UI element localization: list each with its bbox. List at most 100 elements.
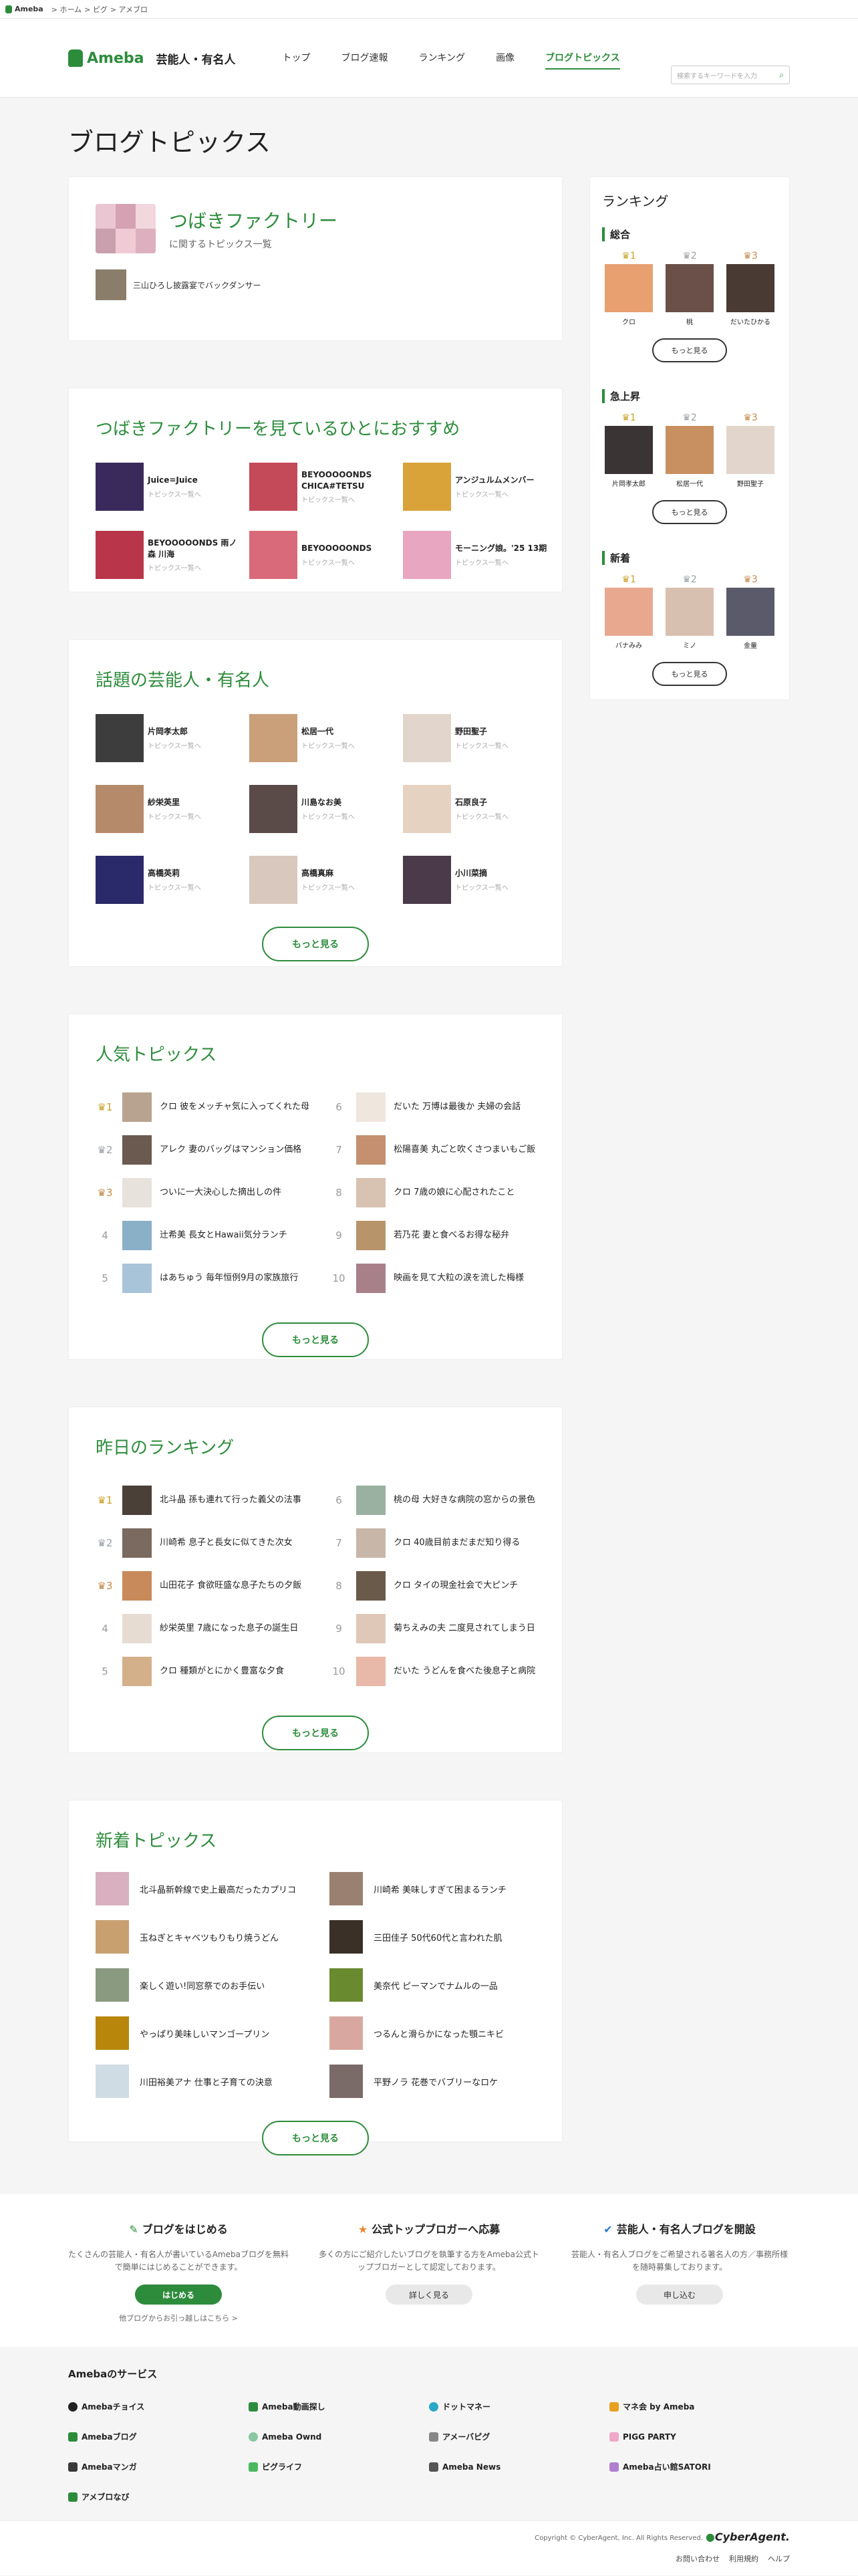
service-link[interactable]: Amebaブログ [68, 2431, 249, 2442]
ranking-overall-more-button[interactable]: もっと見る [652, 338, 727, 362]
new-topic-item[interactable]: 川田裕美アナ 仕事と子育ての決意 [96, 2065, 316, 2098]
new-topic-item[interactable]: 三田佳子 50代60代と言われた肌 [329, 1920, 550, 1954]
service-link[interactable]: PIGG PARTY [609, 2431, 790, 2442]
talent-item[interactable]: 小川菜摘 トピックス一覧へ [403, 856, 550, 904]
yesterday-item[interactable]: 10 だいた うどんを食べた後息子と病院 [329, 1650, 550, 1693]
crumb-home[interactable]: > ホーム [51, 4, 82, 15]
recommend-item[interactable]: Juice=Juice トピックス一覧へ [96, 463, 243, 511]
yesterday-item[interactable]: ♛2 川崎希 息子と長女に似てきた次女 [96, 1522, 316, 1564]
talent-item[interactable]: 川島なお美 トピックス一覧へ [249, 785, 396, 833]
service-link[interactable]: ピグライフ [249, 2461, 429, 2472]
migrate-link[interactable]: 他ブログからお引っ越しはこちら > [68, 2313, 289, 2323]
group-photo[interactable] [96, 204, 156, 253]
yesterday-item[interactable]: ♛1 北斗晶 孫も連れて行った義父の法事 [96, 1479, 316, 1522]
popular-item[interactable]: ♛2 アレク 妻のバッグはマンション価格 [96, 1129, 316, 1171]
yesterday-more-button[interactable]: もっと見る [262, 1716, 369, 1750]
yesterday-item[interactable]: ♛3 山田花子 食欲旺盛な息子たちの夕飯 [96, 1564, 316, 1607]
service-link[interactable]: Amebaマンガ [68, 2461, 249, 2472]
recommend-item[interactable]: BEYOOOOONDS CHICA#TETSU トピックス一覧へ [249, 463, 396, 511]
new-topic-item[interactable]: 平野ノラ 花巻でバブリーなロケ [329, 2065, 550, 2098]
talent-item[interactable]: 松居一代 トピックス一覧へ [249, 714, 396, 762]
recommend-sub: トピックス一覧へ [301, 559, 355, 567]
new-topic-item[interactable]: 楽しく遊い!同窓祭でのお手伝い [96, 1968, 316, 2002]
ranking-person[interactable]: ♛3 金童 [725, 574, 776, 650]
yesterday-item[interactable]: 8 クロ タイの現金社会で大ピンチ [329, 1564, 550, 1607]
popular-item[interactable]: 5 はあちゅう 毎年恒例9月の家族旅行 [96, 1257, 316, 1300]
talent-item[interactable]: 野田聖子 トピックス一覧へ [403, 714, 550, 762]
recommend-item[interactable]: BEYOOOOONDS トピックス一覧へ [249, 531, 396, 579]
service-link[interactable]: Ameba占い館SATORI [609, 2461, 790, 2472]
service-link[interactable]: Ameba Ownd [249, 2431, 429, 2442]
ranking-person[interactable]: ♛2 ミノ [664, 574, 715, 650]
service-link[interactable]: マネ会 by Ameba [609, 2401, 790, 2412]
ranking-person[interactable]: ♛2 松居一代 [664, 413, 715, 488]
new-topic-item[interactable]: つるんと滑らかになった顎ニキビ [329, 2016, 550, 2050]
talent-item[interactable]: 片岡孝太郎 トピックス一覧へ [96, 714, 243, 762]
apply-button[interactable]: 申し込む [636, 2285, 723, 2305]
recommend-item[interactable]: BEYOOOOONDS 雨ノ森 川海 トピックス一覧へ [96, 531, 243, 579]
footer-link-help[interactable]: ヘルプ [768, 2553, 790, 2564]
new-topic-item[interactable]: 美奈代 ピーマンでナムルの一品 [329, 1968, 550, 2002]
popular-item[interactable]: 7 松陽喜美 丸ごと吹くさつまいもご飯 [329, 1129, 550, 1171]
popular-more-button[interactable]: もっと見る [262, 1322, 369, 1357]
cyberagent-logo[interactable]: ●CyberAgent. [706, 2531, 790, 2543]
details-button[interactable]: 詳しく見る [386, 2285, 472, 2305]
nav-images[interactable]: 画像 [496, 47, 515, 70]
talent-item[interactable]: 高橋真麻 トピックス一覧へ [249, 856, 396, 904]
footer-link-contact[interactable]: お問い合わせ [676, 2553, 720, 2564]
new-topic-item[interactable]: 北斗晶新幹線で史上最高だったカプリコ [96, 1872, 316, 1905]
yesterday-item[interactable]: 7 クロ 40歳目前まだまだ知り得る [329, 1522, 550, 1564]
popular-item[interactable]: 4 辻希美 長女とHawaii気分ランチ [96, 1214, 316, 1257]
popular-item[interactable]: 10 映画を見て大粒の涙を流した梅様 [329, 1257, 550, 1300]
start-blog-button[interactable]: はじめる [135, 2285, 222, 2305]
talent-item[interactable]: 高橋英莉 トピックス一覧へ [96, 856, 243, 904]
recommend-item[interactable]: アンジュルムメンバー トピックス一覧へ [403, 463, 550, 511]
new-topic-item[interactable]: 川崎希 美味しすぎて困まるランチ [329, 1872, 550, 1905]
nav-top[interactable]: トップ [282, 47, 310, 70]
yesterday-item[interactable]: 6 桃の母 大好きな病院の窓からの景色 [329, 1479, 550, 1522]
ranking-person[interactable]: ♛3 だいたひかる [725, 251, 776, 326]
ranking-rising-more-button[interactable]: もっと見る [652, 500, 727, 524]
topic-title[interactable]: つばきファクトリー [169, 207, 337, 233]
popular-item[interactable]: 8 クロ 7歳の娘に心配されたこと [329, 1171, 550, 1214]
popular-item[interactable]: ♛3 ついに一大決心した摘出しの件 [96, 1171, 316, 1214]
nav-ranking[interactable]: ランキング [418, 47, 465, 70]
ranking-new-more-button[interactable]: もっと見る [652, 662, 727, 686]
ameba-logo[interactable]: Ameba [68, 49, 144, 67]
service-link[interactable]: ドットマネー [429, 2401, 609, 2412]
search-input[interactable]: 検索するキーワードを入力 ⌕ [671, 66, 790, 84]
service-link[interactable]: アメーバピグ [429, 2431, 609, 2442]
ranking-person[interactable]: ♛1 片岡孝太郎 [603, 413, 654, 488]
ranking-person[interactable]: ♛2 桃 [664, 251, 715, 326]
ranking-photo [666, 426, 714, 474]
yesterday-item[interactable]: 4 紗栄英里 7歳になった息子の誕生日 [96, 1607, 316, 1650]
talents-more-button[interactable]: もっと見る [262, 927, 369, 961]
crown-rank: ♛2 [96, 1144, 114, 1156]
yesterday-item[interactable]: 9 菊ちえみの夫 二度見されてしまう日 [329, 1607, 550, 1650]
new-topics-more-button[interactable]: もっと見る [262, 2121, 369, 2155]
recommend-item[interactable]: モーニング娘。'25 13期 トピックス一覧へ [403, 531, 550, 579]
service-link[interactable]: Amebaチョイス [68, 2401, 249, 2412]
yesterday-item[interactable]: 5 クロ 種類がとにかく豊富な夕食 [96, 1650, 316, 1693]
nav-blog-topics[interactable]: ブログトピックス [545, 47, 620, 70]
global-brand[interactable]: Ameba [5, 5, 43, 13]
nav-blog-news[interactable]: ブログ速報 [341, 47, 388, 70]
talent-item[interactable]: 紗栄英里 トピックス一覧へ [96, 785, 243, 833]
service-link[interactable]: アメブロなび [68, 2491, 249, 2502]
new-topic-item[interactable]: 玉ねぎとキャベツもりもり焼うどん [96, 1920, 316, 1954]
topic-item[interactable]: 三山ひろし披露宴でバックダンサー [96, 269, 535, 300]
crumb-pigg[interactable]: > ピグ [84, 4, 108, 15]
search-icon[interactable]: ⌕ [779, 70, 784, 80]
ranking-person[interactable]: ♛3 野田聖子 [725, 413, 776, 488]
popular-item[interactable]: 9 若乃花 妻と食べるお得な秘弁 [329, 1214, 550, 1257]
new-topic-item[interactable]: やっぱり美味しいマンゴープリン [96, 2016, 316, 2050]
ranking-person[interactable]: ♛1 クロ [603, 251, 654, 326]
service-link[interactable]: Ameba動画探し [249, 2401, 429, 2412]
footer-link-terms[interactable]: 利用規約 [729, 2553, 758, 2564]
ranking-person[interactable]: ♛1 バナみみ [603, 574, 654, 650]
talent-item[interactable]: 石原良子 トピックス一覧へ [403, 785, 550, 833]
popular-item[interactable]: 6 だいた 万博は最後か 夫婦の会話 [329, 1086, 550, 1129]
popular-item[interactable]: ♛1 クロ 彼をメッチャ気に入ってくれた母 [96, 1086, 316, 1129]
crumb-ameblo[interactable]: > アメブロ [110, 4, 148, 15]
service-link[interactable]: Ameba News [429, 2461, 609, 2472]
